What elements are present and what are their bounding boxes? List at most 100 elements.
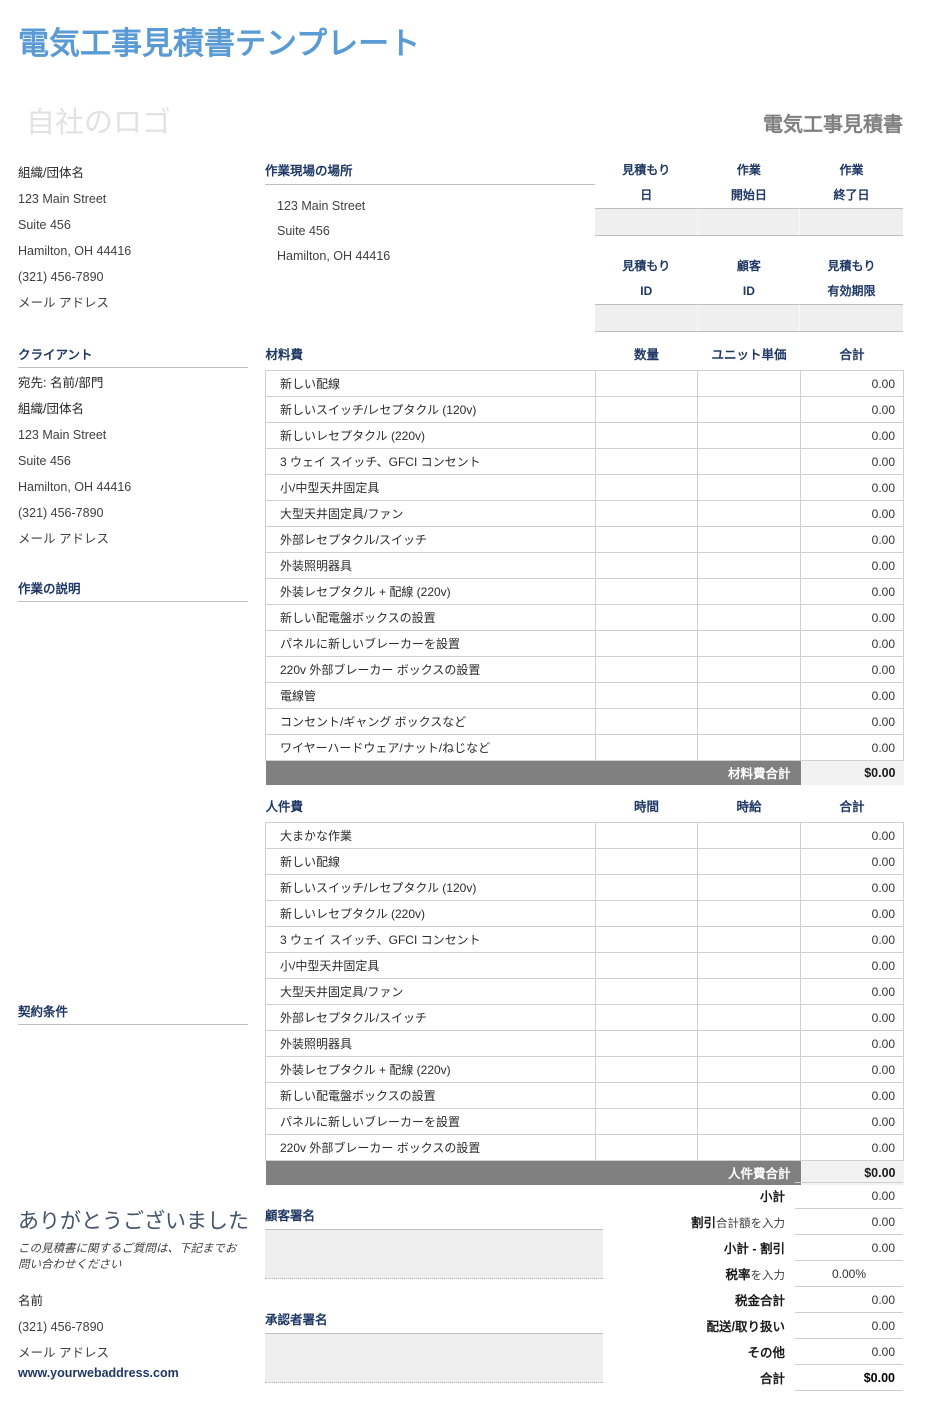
- company-address-line[interactable]: (321) 456-7890: [18, 264, 248, 290]
- labor-qty-cell[interactable]: [595, 822, 698, 849]
- materials-unit-cell[interactable]: [697, 474, 801, 501]
- materials-unit-cell[interactable]: [697, 630, 801, 657]
- summary-value[interactable]: 0.00: [795, 1208, 903, 1234]
- materials-description-cell[interactable]: 新しいレセプタクル (220v): [265, 422, 596, 449]
- labor-qty-cell[interactable]: [595, 926, 698, 953]
- company-address-line[interactable]: Hamilton, OH 44416: [18, 238, 248, 264]
- approver-signature-field[interactable]: [265, 1333, 603, 1383]
- worksite-address-line[interactable]: Suite 456: [277, 219, 595, 244]
- labor-description-cell[interactable]: 外部レセプタクル/スイッチ: [265, 1004, 596, 1031]
- labor-description-cell[interactable]: 220v 外部ブレーカー ボックスの設置: [265, 1134, 596, 1161]
- labor-qty-cell[interactable]: [595, 900, 698, 927]
- labor-description-cell[interactable]: 新しい配線: [265, 848, 596, 875]
- labor-unit-cell[interactable]: [697, 1056, 801, 1083]
- materials-unit-cell[interactable]: [697, 578, 801, 605]
- materials-unit-cell[interactable]: [697, 708, 801, 735]
- materials-unit-cell[interactable]: [697, 396, 801, 423]
- materials-qty-cell[interactable]: [595, 734, 698, 761]
- labor-description-cell[interactable]: 新しいレセプタクル (220v): [265, 900, 596, 927]
- labor-qty-cell[interactable]: [595, 1004, 698, 1031]
- client-address-line[interactable]: 宛先: 名前/部門: [18, 370, 248, 396]
- materials-unit-cell[interactable]: [697, 552, 801, 579]
- company-address-line[interactable]: 123 Main Street: [18, 186, 248, 212]
- materials-description-cell[interactable]: 外装レセプタクル + 配線 (220v): [265, 578, 596, 605]
- labor-unit-cell[interactable]: [697, 1108, 801, 1135]
- materials-description-cell[interactable]: 大型天井固定具/ファン: [265, 500, 596, 527]
- materials-unit-cell[interactable]: [697, 682, 801, 709]
- labor-unit-cell[interactable]: [697, 874, 801, 901]
- meta-input-field[interactable]: [697, 209, 801, 235]
- meta-input-field[interactable]: [595, 209, 698, 235]
- materials-description-cell[interactable]: 電線管: [265, 682, 596, 709]
- labor-unit-cell[interactable]: [697, 978, 801, 1005]
- materials-description-cell[interactable]: 新しい配線: [265, 370, 596, 397]
- client-address-line[interactable]: (321) 456-7890: [18, 500, 248, 526]
- materials-description-cell[interactable]: 小/中型天井固定具: [265, 474, 596, 501]
- labor-description-cell[interactable]: 大型天井固定具/ファン: [265, 978, 596, 1005]
- labor-qty-cell[interactable]: [595, 952, 698, 979]
- materials-unit-cell[interactable]: [697, 448, 801, 475]
- materials-unit-cell[interactable]: [697, 526, 801, 553]
- terms-input-area[interactable]: [18, 1027, 248, 1167]
- materials-qty-cell[interactable]: [595, 604, 698, 631]
- labor-qty-cell[interactable]: [595, 1108, 698, 1135]
- worksite-address-line[interactable]: 123 Main Street: [277, 194, 595, 219]
- labor-unit-cell[interactable]: [697, 1134, 801, 1161]
- labor-description-cell[interactable]: パネルに新しいブレーカーを設置: [265, 1108, 596, 1135]
- materials-qty-cell[interactable]: [595, 656, 698, 683]
- labor-description-cell[interactable]: 外装照明器具: [265, 1030, 596, 1057]
- materials-qty-cell[interactable]: [595, 578, 698, 605]
- labor-unit-cell[interactable]: [697, 822, 801, 849]
- materials-description-cell[interactable]: 外部レセプタクル/スイッチ: [265, 526, 596, 553]
- labor-description-cell[interactable]: 新しい配電盤ボックスの設置: [265, 1082, 596, 1109]
- materials-qty-cell[interactable]: [595, 708, 698, 735]
- labor-description-cell[interactable]: 3 ウェイ スイッチ、GFCI コンセント: [265, 926, 596, 953]
- labor-qty-cell[interactable]: [595, 1030, 698, 1057]
- client-address-line[interactable]: 組織/団体名: [18, 396, 248, 422]
- summary-value[interactable]: 0.00: [795, 1182, 903, 1208]
- materials-description-cell[interactable]: 新しいスイッチ/レセプタクル (120v): [265, 396, 596, 423]
- labor-unit-cell[interactable]: [697, 900, 801, 927]
- client-address-line[interactable]: 123 Main Street: [18, 422, 248, 448]
- materials-qty-cell[interactable]: [595, 396, 698, 423]
- worksite-address-box[interactable]: 123 Main Street Suite 456 Hamilton, OH 444…: [265, 184, 595, 319]
- client-address-line[interactable]: Suite 456: [18, 448, 248, 474]
- labor-unit-cell[interactable]: [697, 952, 801, 979]
- labor-qty-cell[interactable]: [595, 978, 698, 1005]
- labor-unit-cell[interactable]: [697, 1082, 801, 1109]
- labor-qty-cell[interactable]: [595, 1082, 698, 1109]
- company-address-line[interactable]: Suite 456: [18, 212, 248, 238]
- materials-qty-cell[interactable]: [595, 422, 698, 449]
- materials-description-cell[interactable]: パネルに新しいブレーカーを設置: [265, 630, 596, 657]
- worksite-address-line[interactable]: Hamilton, OH 44416: [277, 244, 595, 269]
- materials-description-cell[interactable]: ワイヤーハードウェア/ナット/ねじなど: [265, 734, 596, 761]
- labor-description-cell[interactable]: 大まかな作業: [265, 822, 596, 849]
- materials-qty-cell[interactable]: [595, 552, 698, 579]
- materials-unit-cell[interactable]: [697, 500, 801, 527]
- footer-contact-line[interactable]: メール アドレス: [18, 1340, 248, 1366]
- footer-website-url[interactable]: www.yourwebaddress.com: [18, 1366, 179, 1380]
- materials-unit-cell[interactable]: [697, 656, 801, 683]
- materials-qty-cell[interactable]: [595, 474, 698, 501]
- materials-description-cell[interactable]: 220v 外部ブレーカー ボックスの設置: [265, 656, 596, 683]
- labor-qty-cell[interactable]: [595, 848, 698, 875]
- labor-description-cell[interactable]: 外装レセプタクル + 配線 (220v): [265, 1056, 596, 1083]
- materials-unit-cell[interactable]: [697, 604, 801, 631]
- summary-value[interactable]: 0.00: [795, 1234, 903, 1260]
- materials-description-cell[interactable]: コンセント/ギャング ボックスなど: [265, 708, 596, 735]
- materials-qty-cell[interactable]: [595, 682, 698, 709]
- labor-unit-cell[interactable]: [697, 1004, 801, 1031]
- materials-qty-cell[interactable]: [595, 630, 698, 657]
- footer-contact-line[interactable]: (321) 456-7890: [18, 1314, 248, 1340]
- meta-input-field[interactable]: [800, 209, 903, 235]
- labor-qty-cell[interactable]: [595, 1056, 698, 1083]
- meta-input-field[interactable]: [595, 305, 698, 331]
- materials-qty-cell[interactable]: [595, 370, 698, 397]
- materials-qty-cell[interactable]: [595, 526, 698, 553]
- summary-value[interactable]: 0.00: [795, 1312, 903, 1338]
- materials-qty-cell[interactable]: [595, 500, 698, 527]
- client-address-line[interactable]: メール アドレス: [18, 526, 248, 552]
- labor-qty-cell[interactable]: [595, 1134, 698, 1161]
- materials-description-cell[interactable]: 新しい配電盤ボックスの設置: [265, 604, 596, 631]
- labor-unit-cell[interactable]: [697, 1030, 801, 1057]
